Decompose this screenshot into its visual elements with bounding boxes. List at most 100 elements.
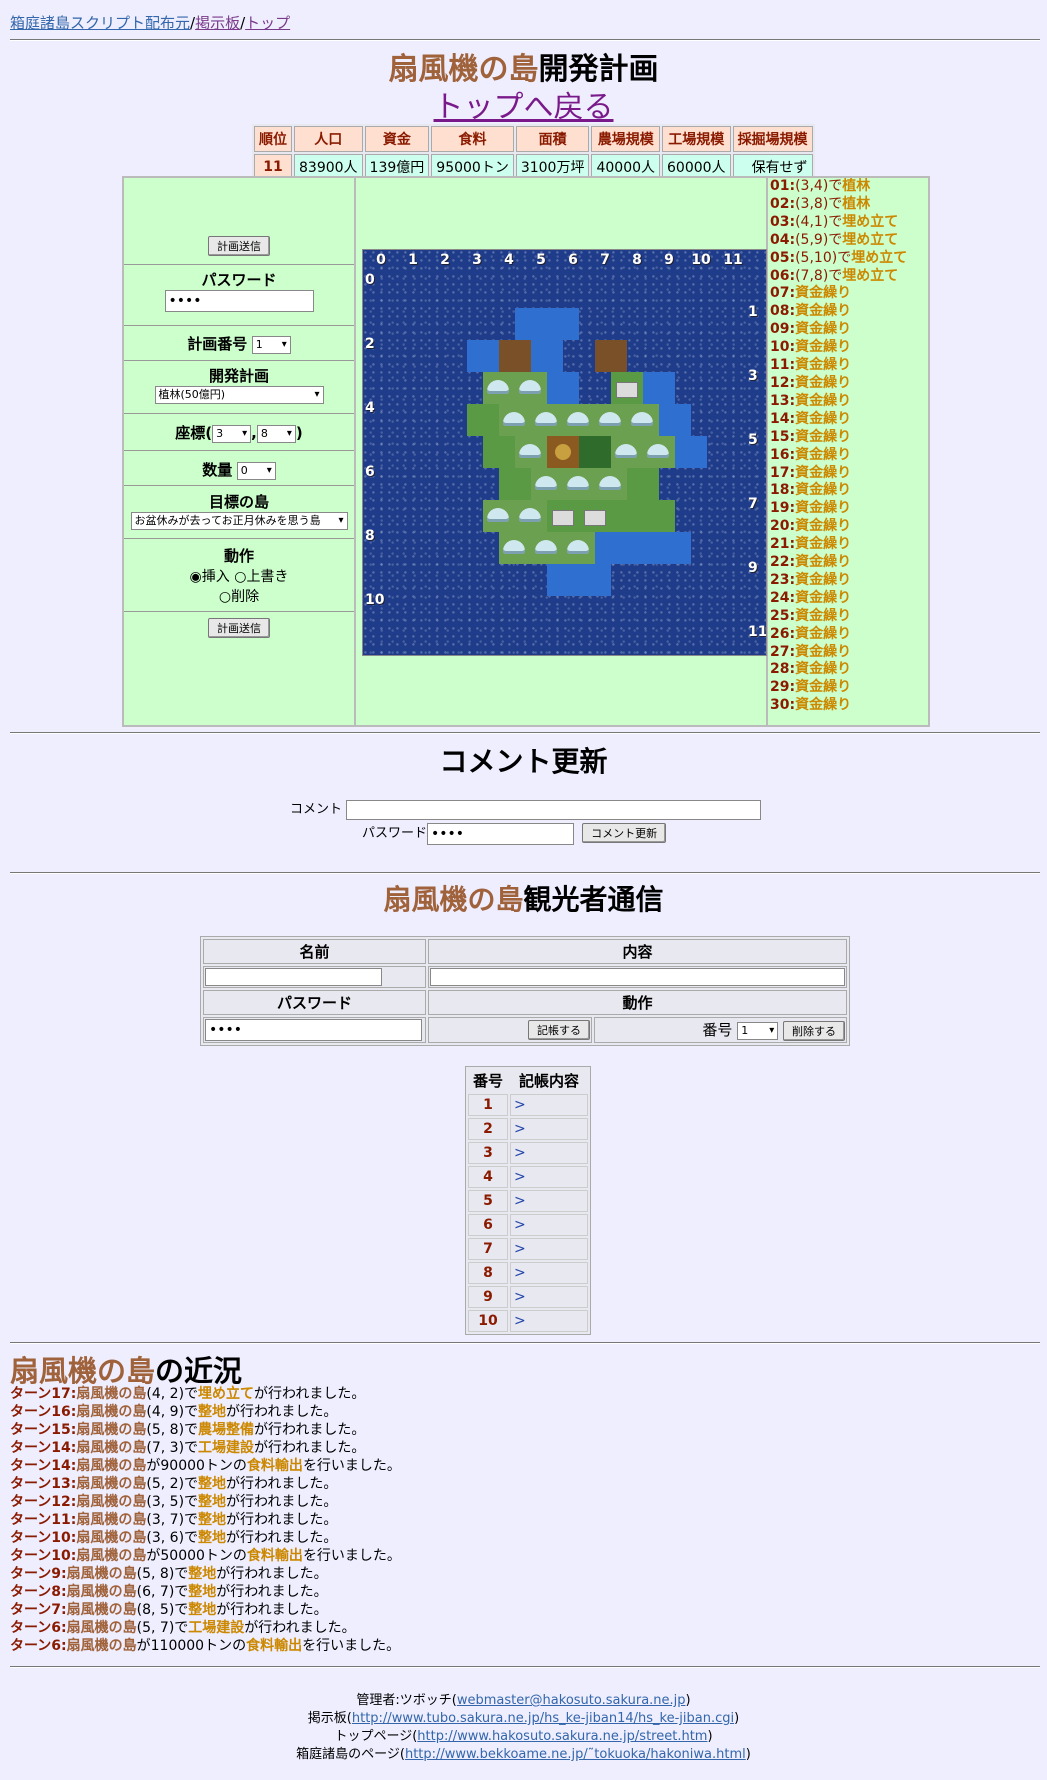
- farm-tile[interactable]: [611, 436, 643, 468]
- shallow-sea-tile[interactable]: [643, 372, 675, 404]
- farm-tile[interactable]: [531, 532, 563, 564]
- plan-item[interactable]: 23:資金繰り: [768, 572, 928, 590]
- radio-overwrite[interactable]: ○: [234, 569, 246, 585]
- plan-item[interactable]: 26:資金繰り: [768, 626, 928, 644]
- plan-send-button-bottom[interactable]: 計画送信: [208, 618, 270, 638]
- bbs-name-input[interactable]: [205, 968, 382, 986]
- plains-tile[interactable]: [483, 436, 515, 468]
- target-island-select[interactable]: お盆休みが去ってお正月休みを思う島: [130, 512, 348, 530]
- plains-tile[interactable]: [627, 468, 659, 500]
- shallow-sea-tile[interactable]: [531, 340, 563, 372]
- shallow-sea-tile[interactable]: [515, 308, 547, 340]
- factory-tile[interactable]: [579, 500, 611, 532]
- shallow-sea-tile[interactable]: [579, 564, 611, 596]
- island-map[interactable]: 0 1 2 3 4 5 6 7 8 9 10 11 0 1 2 3 4 5 6 7 8 9 10 11: [362, 249, 767, 656]
- farm-tile[interactable]: [595, 468, 627, 500]
- plains-tile[interactable]: [499, 468, 531, 500]
- plan-number-select[interactable]: 1: [251, 336, 291, 354]
- plains-tile[interactable]: [611, 500, 643, 532]
- plan-item[interactable]: 08:資金繰り: [768, 303, 928, 321]
- quantity-select[interactable]: 0: [236, 462, 276, 480]
- farm-tile[interactable]: [595, 404, 627, 436]
- plan-item[interactable]: 30:資金繰り: [768, 697, 928, 715]
- plan-item[interactable]: 15:資金繰り: [768, 429, 928, 447]
- plains-tile[interactable]: [467, 404, 499, 436]
- plan-item[interactable]: 04:(5,9)で埋め立て: [768, 232, 928, 250]
- plan-item[interactable]: 14:資金繰り: [768, 411, 928, 429]
- bbs-delete-button[interactable]: 削除する: [783, 1021, 845, 1041]
- factory-tile[interactable]: [611, 372, 643, 404]
- plan-item[interactable]: 17:資金繰り: [768, 465, 928, 483]
- factory-tile[interactable]: [547, 500, 579, 532]
- dev-plan-select[interactable]: 植林(50億円): [154, 386, 324, 404]
- farm-tile[interactable]: [515, 436, 547, 468]
- farm-tile[interactable]: [499, 404, 531, 436]
- plan-item[interactable]: 11:資金繰り: [768, 357, 928, 375]
- comment-password-field[interactable]: ••••: [427, 822, 575, 845]
- bbs-number-select[interactable]: 1: [737, 1021, 779, 1040]
- radio-insert[interactable]: ◉: [190, 569, 202, 585]
- comment-input[interactable]: [346, 799, 762, 820]
- farm-tile[interactable]: [531, 404, 563, 436]
- plan-item[interactable]: 24:資金繰り: [768, 590, 928, 608]
- nav-link-bbs[interactable]: 掲示板: [195, 14, 240, 32]
- shallow-sea-tile[interactable]: [659, 532, 691, 564]
- comment-update-button[interactable]: コメント更新: [582, 823, 667, 843]
- shallow-sea-tile[interactable]: [675, 436, 707, 468]
- radio-delete[interactable]: ○: [219, 589, 231, 605]
- plan-send-button[interactable]: 計画送信: [208, 236, 270, 256]
- farm-tile[interactable]: [563, 468, 595, 500]
- plan-item[interactable]: 28:資金繰り: [768, 661, 928, 679]
- plan-item[interactable]: 16:資金繰り: [768, 447, 928, 465]
- shallow-sea-tile[interactable]: [547, 372, 579, 404]
- plan-item[interactable]: 12:資金繰り: [768, 375, 928, 393]
- footer-hakoniwa-link[interactable]: http://www.bekkoame.ne.jp/˜tokuoka/hakon…: [405, 1747, 746, 1762]
- plan-item[interactable]: 20:資金繰り: [768, 518, 928, 536]
- plains-tile[interactable]: [643, 500, 675, 532]
- plan-item[interactable]: 29:資金繰り: [768, 679, 928, 697]
- plan-item[interactable]: 01:(3,4)で植林: [768, 178, 928, 196]
- forest-tile[interactable]: [579, 436, 611, 468]
- farm-tile[interactable]: [515, 500, 547, 532]
- plan-item[interactable]: 18:資金繰り: [768, 482, 928, 500]
- plan-item[interactable]: 10:資金繰り: [768, 339, 928, 357]
- plan-item[interactable]: 06:(7,8)で埋め立て: [768, 268, 928, 286]
- farm-tile[interactable]: [531, 468, 563, 500]
- bbs-post-button[interactable]: 記帳する: [528, 1020, 590, 1040]
- shallow-sea-tile[interactable]: [547, 308, 579, 340]
- plan-item[interactable]: 13:資金繰り: [768, 393, 928, 411]
- farm-tile[interactable]: [483, 500, 515, 532]
- wasteland-tile[interactable]: [499, 340, 531, 372]
- footer-bbs-link[interactable]: http://www.tubo.sakura.ne.jp/hs_ke-jiban…: [352, 1711, 734, 1726]
- footer-admin-email-link[interactable]: webmaster@hakosuto.sakura.ne.jp: [457, 1693, 686, 1708]
- shallow-sea-tile[interactable]: [627, 532, 659, 564]
- farm-tile[interactable]: [515, 372, 547, 404]
- bbs-content-input[interactable]: [430, 968, 845, 986]
- shallow-sea-tile[interactable]: [467, 340, 499, 372]
- back-to-top-link[interactable]: トップへ戻る: [434, 90, 614, 125]
- farm-tile[interactable]: [483, 372, 515, 404]
- nav-link-top[interactable]: トップ: [245, 14, 290, 32]
- plan-item[interactable]: 05:(5,10)で埋め立て: [768, 250, 928, 268]
- farm-tile[interactable]: [643, 436, 675, 468]
- nav-link-script-source[interactable]: 箱庭諸島スクリプト配布元: [10, 14, 190, 32]
- shallow-sea-tile[interactable]: [659, 404, 691, 436]
- farm-tile[interactable]: [627, 404, 659, 436]
- plan-item[interactable]: 19:資金繰り: [768, 500, 928, 518]
- footer-top-link[interactable]: http://www.hakosuto.sakura.ne.jp/street.…: [417, 1729, 707, 1744]
- plan-item[interactable]: 03:(4,1)で埋め立て: [768, 214, 928, 232]
- plan-item[interactable]: 22:資金繰り: [768, 554, 928, 572]
- coord-x-select[interactable]: 3: [212, 425, 252, 443]
- plan-item[interactable]: 21:資金繰り: [768, 536, 928, 554]
- wasteland-tile[interactable]: [595, 340, 627, 372]
- farm-tile[interactable]: [563, 404, 595, 436]
- shallow-sea-tile[interactable]: [547, 564, 579, 596]
- plan-item[interactable]: 27:資金繰り: [768, 644, 928, 662]
- plan-item[interactable]: 02:(3,8)で植林: [768, 196, 928, 214]
- bbs-password-field[interactable]: ••••: [205, 1019, 422, 1041]
- farm-tile[interactable]: [563, 532, 595, 564]
- coord-y-select[interactable]: 8: [256, 425, 296, 443]
- plan-item[interactable]: 09:資金繰り: [768, 321, 928, 339]
- password-field[interactable]: ••••: [164, 290, 314, 312]
- mine-tile[interactable]: [547, 436, 579, 468]
